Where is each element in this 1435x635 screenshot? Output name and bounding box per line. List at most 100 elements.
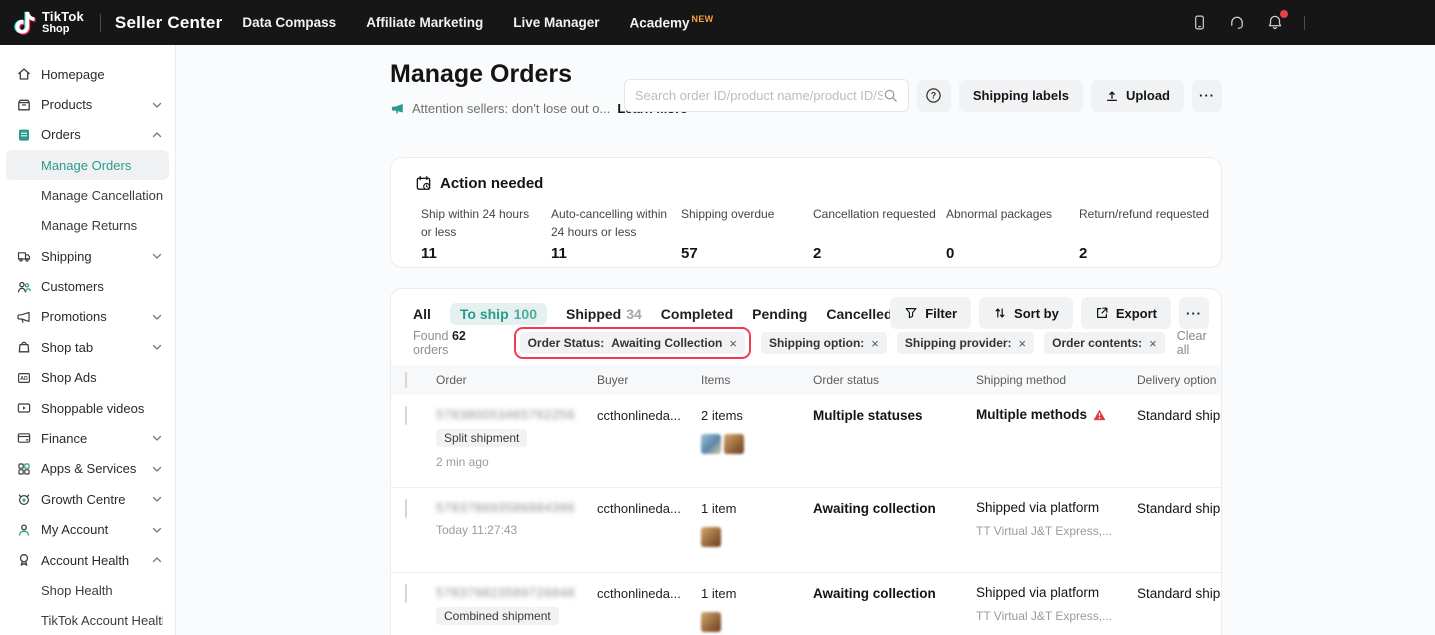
header-more-button[interactable]: ··· — [1192, 80, 1222, 112]
product-thumbnail[interactable] — [724, 434, 744, 454]
row-checkbox[interactable] — [405, 406, 407, 425]
logo-wordmark: TikTok Shop — [42, 10, 84, 35]
sidebar-item-shop-tab[interactable]: Shop tab — [0, 332, 175, 362]
product-thumbnail[interactable] — [701, 434, 721, 454]
sidebar-item-account-health[interactable]: Account Health — [0, 545, 175, 575]
apps-grid-icon — [16, 461, 32, 477]
tab-all[interactable]: All — [413, 306, 431, 322]
stat-ship-within-24h[interactable]: Ship within 24 hours or less 11 — [421, 205, 551, 262]
filter-chips-row: Found 62 orders Order Status: Awaiting C… — [413, 329, 1221, 357]
stat-shipping-overdue[interactable]: Shipping overdue 57 — [681, 205, 813, 262]
close-icon[interactable]: × — [1019, 337, 1027, 350]
sidebar-item-manage-cancellations[interactable]: Manage Cancellations — [0, 180, 175, 210]
upload-button[interactable]: Upload — [1091, 80, 1184, 112]
products-box-icon — [16, 97, 32, 113]
page-header: Manage Orders Attention sellers: don't l… — [390, 45, 1222, 157]
sidebar-item-manage-returns[interactable]: Manage Returns — [0, 211, 175, 241]
product-thumbnail[interactable] — [701, 612, 721, 632]
sidebar-item-promotions[interactable]: Promotions — [0, 302, 175, 332]
warning-triangle-icon[interactable] — [1093, 409, 1106, 421]
help-button[interactable]: ? — [917, 80, 951, 112]
truck-icon — [16, 248, 32, 264]
sidebar-item-homepage[interactable]: Homepage — [0, 59, 175, 89]
found-orders-count: Found 62 orders — [413, 329, 502, 357]
sidebar-item-finance[interactable]: Finance — [0, 423, 175, 453]
main-content: Manage Orders Attention sellers: don't l… — [176, 45, 1435, 635]
sidebar-item-shop-health[interactable]: Shop Health — [0, 575, 175, 605]
filter-chip-shipping-provider[interactable]: Shipping provider: × — [897, 332, 1034, 354]
chevron-up-icon — [151, 129, 163, 141]
action-needed-panel: Action needed Ship within 24 hours or le… — [390, 157, 1222, 268]
order-tabs: All To ship 100 Shipped 34 Completed Pen… — [413, 302, 893, 326]
filter-button[interactable]: Filter — [890, 297, 971, 329]
buyer-name[interactable]: ccthonlineda... — [597, 408, 681, 423]
notifications-bell-icon[interactable] — [1266, 13, 1284, 32]
order-row-3[interactable]: 578379823589726848 Combined shipment Tod… — [391, 573, 1222, 635]
support-headset-icon[interactable] — [1228, 13, 1246, 32]
row-checkbox[interactable] — [405, 499, 407, 518]
filter-chip-order-status[interactable]: Order Status: Awaiting Collection × — [520, 332, 745, 354]
product-thumbnail[interactable] — [701, 527, 721, 547]
delivery-option: Standard shipping — [1137, 408, 1222, 423]
sidebar-item-customers[interactable]: Customers — [0, 271, 175, 301]
shipping-labels-button[interactable]: Shipping labels — [959, 80, 1083, 112]
tab-shipped[interactable]: Shipped 34 — [566, 306, 642, 322]
info-circle-icon[interactable]: ? — [1220, 374, 1222, 387]
row-checkbox[interactable] — [405, 584, 407, 603]
tab-pending[interactable]: Pending — [752, 306, 807, 322]
sidebar-item-shipping[interactable]: Shipping — [0, 241, 175, 271]
close-icon[interactable]: × — [1149, 337, 1157, 350]
shipping-provider: TT Virtual J&T Express,... — [976, 524, 1137, 538]
nav-academy[interactable]: AcademyNEW — [630, 14, 714, 31]
nav-data-compass[interactable]: Data Compass — [242, 15, 336, 30]
video-play-icon — [16, 400, 32, 416]
search-input[interactable] — [635, 88, 883, 103]
sidebar-item-apps-services[interactable]: Apps & Services — [0, 454, 175, 484]
orders-more-button[interactable]: ··· — [1179, 297, 1209, 329]
select-all-checkbox[interactable] — [405, 372, 407, 388]
close-icon[interactable]: × — [871, 337, 879, 350]
sidebar-item-orders[interactable]: Orders — [0, 120, 175, 150]
page-title: Manage Orders — [390, 60, 572, 89]
item-thumbnails — [701, 527, 813, 547]
search-icon[interactable] — [883, 88, 898, 103]
sidebar-item-shop-ads[interactable]: AD Shop Ads — [0, 363, 175, 393]
order-row-2[interactable]: 578378693586884396 Today 11:27:43 ccthon… — [391, 488, 1222, 573]
tab-cancelled[interactable]: Cancelled — [826, 306, 892, 322]
nav-live-manager[interactable]: Live Manager — [513, 15, 599, 30]
sidebar-item-manage-orders[interactable]: Manage Orders — [6, 150, 169, 180]
filter-chip-shipping-option[interactable]: Shipping option: × — [761, 332, 887, 354]
stat-abnormal-packages[interactable]: Abnormal packages 0 — [946, 205, 1079, 262]
order-id-blurred[interactable]: 578378693586884396 — [436, 500, 586, 515]
export-button[interactable]: Export — [1081, 297, 1171, 329]
close-icon[interactable]: × — [729, 337, 737, 350]
stat-auto-cancelling[interactable]: Auto-cancelling within 24 hours or less … — [551, 205, 681, 262]
order-id-blurred[interactable]: 578380053465762256 — [436, 407, 586, 422]
clear-all-link[interactable]: Clear all — [1177, 329, 1221, 357]
buyer-name[interactable]: ccthonlineda... — [597, 501, 681, 516]
buyer-name[interactable]: ccthonlineda... — [597, 586, 681, 601]
filter-chip-order-contents[interactable]: Order contents: × — [1044, 332, 1165, 354]
stat-cancellation-requested[interactable]: Cancellation requested 2 — [813, 205, 946, 262]
product-name[interactable]: Seller Center — [115, 13, 222, 33]
order-id-blurred[interactable]: 578379823589726848 — [436, 585, 586, 600]
sidebar-item-tiktok-account-health[interactable]: TikTok Account Health — [0, 606, 175, 635]
table-body: 578380053465762256 Split shipment 2 min … — [391, 395, 1222, 635]
order-search[interactable] — [624, 79, 909, 112]
sidebar-item-growth-centre[interactable]: Growth Centre — [0, 484, 175, 514]
tab-to-ship[interactable]: To ship 100 — [450, 303, 547, 325]
nav-affiliate-marketing[interactable]: Affiliate Marketing — [366, 15, 483, 30]
orders-panel: All To ship 100 Shipped 34 Completed Pen… — [390, 288, 1222, 635]
chevron-down-icon — [151, 99, 163, 111]
column-order-status: Order status — [813, 373, 976, 387]
sidebar-item-my-account[interactable]: My Account — [0, 514, 175, 544]
tiktok-shop-logo[interactable]: TikTok Shop — [14, 10, 84, 36]
stat-return-refund[interactable]: Return/refund requested 2 — [1079, 205, 1229, 262]
sidebar-item-products[interactable]: Products — [0, 89, 175, 119]
tab-completed[interactable]: Completed — [661, 306, 733, 322]
mobile-app-icon[interactable] — [1191, 13, 1208, 32]
order-row-1[interactable]: 578380053465762256 Split shipment 2 min … — [391, 395, 1222, 488]
items-count: 1 item — [701, 501, 736, 516]
sidebar-item-shoppable-videos[interactable]: Shoppable videos — [0, 393, 175, 423]
sort-by-button[interactable]: Sort by — [979, 297, 1073, 329]
